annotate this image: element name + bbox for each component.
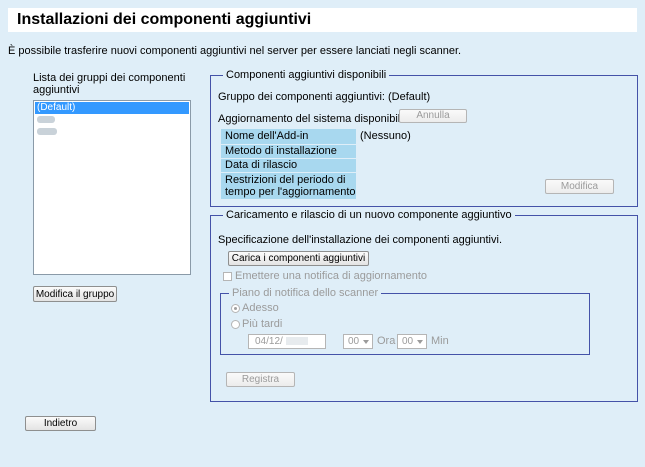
redacted-label [37,127,57,135]
cancel-button[interactable]: Annulla [399,109,467,123]
update-period-header: Restrizioni del periodo di tempo per l'a… [221,173,356,199]
minute-label: Min [431,335,449,347]
redacted-date [285,337,308,346]
install-method-header: Metodo di installazione [221,145,356,158]
notify-now-label: Adesso [242,302,279,314]
hour-label: Ora [377,335,396,347]
hour-select[interactable]: 00 [343,334,373,349]
available-addins-legend: Componenti aggiuntivi disponibili [223,69,390,81]
group-list-item[interactable] [35,126,189,138]
intro-text: È possibile trasferire nuovi componenti … [8,45,462,57]
addin-name-header: Nome dell'Add-in [221,129,356,144]
load-addins-button[interactable]: Carica i componenti aggiuntivi [228,251,369,266]
group-list-item[interactable] [35,114,189,126]
update-available-label: Aggiornamento del sistema disponibile [218,113,407,125]
redacted-label [37,115,55,123]
edit-group-button[interactable]: Modifica il gruppo [33,286,117,302]
addin-name-value: (Nessuno) [360,130,411,142]
release-date-header: Data di rilascio [221,159,356,172]
notify-later-label: Più tardi [242,318,283,330]
back-button[interactable]: Indietro [25,416,96,431]
hour-value: 00 [348,336,360,347]
group-list-item-default[interactable]: (Default) [35,102,189,114]
notify-update-checkbox[interactable] [223,272,232,281]
group-list-label: Lista dei gruppi dei componenti aggiunti… [33,72,186,96]
register-button[interactable]: Registra [226,372,295,387]
minute-value: 00 [402,336,414,347]
notify-update-label: Emettere una notifica di aggiornamento [235,270,428,282]
notify-now-radio[interactable] [231,304,240,313]
modify-button[interactable]: Modifica [545,179,614,194]
notify-date-value: 04/12/ [255,336,283,347]
chevron-down-icon [417,340,423,344]
page-title: Installazioni dei componenti aggiuntivi [17,11,312,28]
notify-later-radio[interactable] [231,320,240,329]
group-name-text: Gruppo dei componenti aggiuntivi: (Defau… [218,91,431,103]
scanner-schedule-legend: Piano di notifica dello scanner [229,287,382,299]
minute-select[interactable]: 00 [397,334,427,349]
chevron-down-icon [363,340,369,344]
notify-date-input[interactable]: 04/12/ [248,334,326,349]
group-listbox[interactable]: (Default) [33,100,191,275]
group-list-item-label: (Default) [37,102,76,113]
title-bar: Installazioni dei componenti aggiuntivi [8,8,637,32]
install-spec-text: Specificazione dell'installazione dei co… [218,234,502,246]
upload-addin-legend: Caricamento e rilascio di un nuovo compo… [223,209,515,221]
